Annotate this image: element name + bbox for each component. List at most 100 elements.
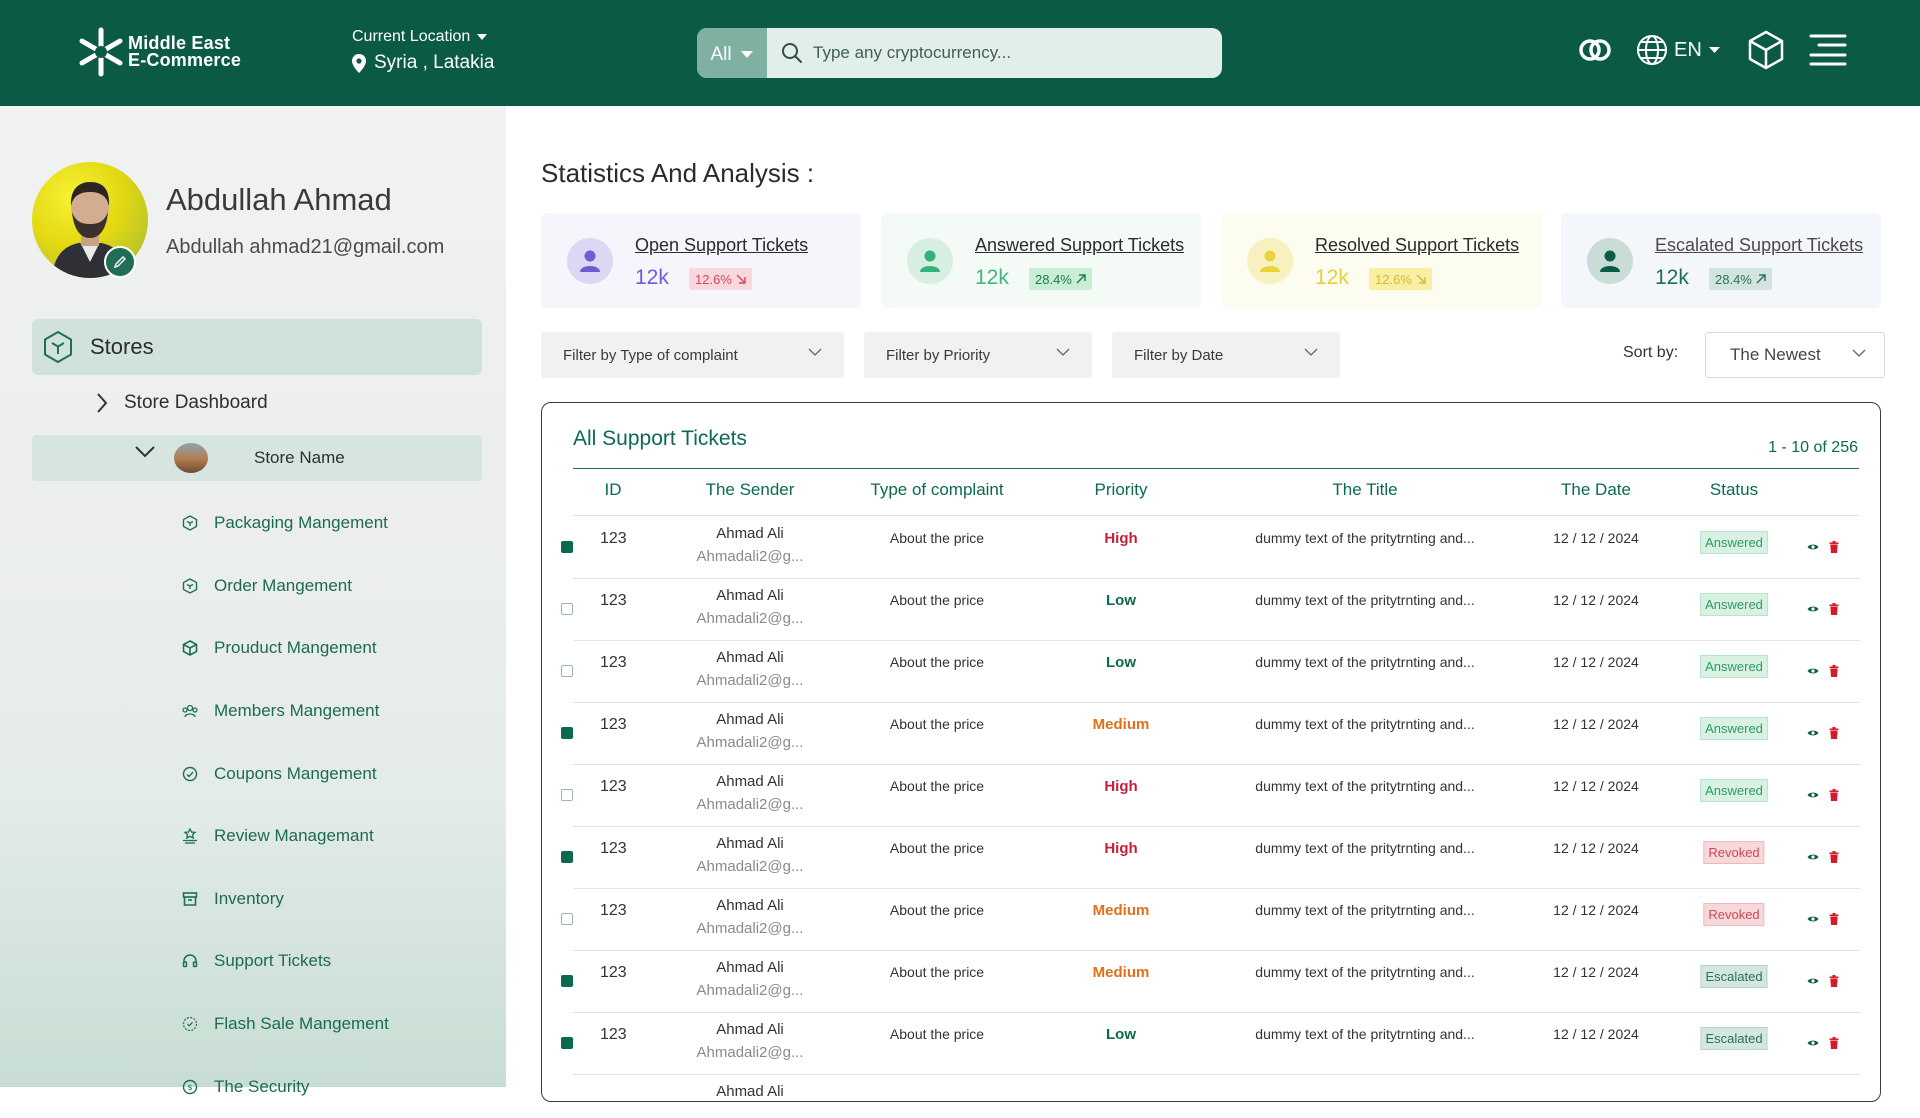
language-label: EN (1674, 38, 1702, 61)
delete-trash-icon[interactable] (1829, 913, 1839, 925)
stat-title[interactable]: Open Support Tickets (635, 235, 808, 256)
cell-complaint-type: About the price (889, 902, 985, 918)
sender-email: Ahmadali2@g... (696, 548, 804, 565)
row-checkbox[interactable] (561, 913, 573, 925)
arrow-up-right-icon (1076, 274, 1086, 284)
stat-card-open[interactable]: Open Support Tickets 12k 12.6% (541, 213, 861, 308)
sidebar-item-packaging[interactable]: Packaging Mangement (180, 492, 389, 555)
table-row[interactable]: 123 Ahmad Ali Ahmadali2@g... About the pric… (542, 765, 1880, 827)
sidebar-item-reviews[interactable]: Review Managemant (180, 805, 389, 868)
view-eye-icon[interactable] (1807, 853, 1819, 861)
menu-label: Inventory (214, 888, 284, 908)
link-rings-icon[interactable] (1578, 37, 1612, 63)
delete-trash-icon[interactable] (1829, 665, 1839, 677)
row-checkbox[interactable] (561, 851, 573, 863)
table-row[interactable]: 123 Ahmad Ali Ahmadali2@g... About the pric… (542, 703, 1880, 765)
column-header-type[interactable]: Type of complaint (870, 480, 1003, 500)
delete-trash-icon[interactable] (1829, 727, 1839, 739)
row-checkbox[interactable] (561, 727, 573, 739)
column-header-title[interactable]: The Title (1332, 480, 1397, 500)
sidebar-item-flash-sale[interactable]: Flash Sale Mangement (180, 993, 389, 1056)
sort-by-dropdown[interactable]: The Newest (1705, 332, 1885, 378)
view-eye-icon[interactable] (1807, 791, 1819, 799)
cube-icon[interactable] (1747, 30, 1785, 70)
view-eye-icon[interactable] (1807, 605, 1819, 613)
stat-card-escalated[interactable]: Escalated Support Tickets 12k 28.4% (1561, 213, 1881, 308)
sidebar-item-orders[interactable]: Order Mangement (180, 555, 389, 618)
avatar[interactable] (32, 162, 148, 278)
hamburger-menu-icon[interactable] (1809, 33, 1847, 67)
header-actions: EN (1578, 30, 1847, 70)
cell-date: 12 / 12 / 2024 (1553, 902, 1639, 918)
delete-trash-icon[interactable] (1829, 975, 1839, 987)
stat-change-badge: 12.6% (1369, 268, 1432, 290)
row-checkbox[interactable] (561, 603, 573, 615)
row-checkbox[interactable] (561, 975, 573, 987)
search-input[interactable] (803, 28, 1222, 78)
language-selector[interactable]: EN (1636, 34, 1721, 66)
delete-trash-icon[interactable] (1829, 789, 1839, 801)
view-eye-icon[interactable] (1807, 1039, 1819, 1047)
sidebar-item-inventory[interactable]: Inventory (180, 868, 389, 931)
delete-trash-icon[interactable] (1829, 1037, 1839, 1049)
view-eye-icon[interactable] (1807, 543, 1819, 551)
table-row[interactable]: 123 Ahmad Ali Ahmadali2@g... About the pric… (542, 951, 1880, 1013)
table-row[interactable]: 123 Ahmad Ali Ahmadali2@g... About the pric… (542, 517, 1880, 579)
delete-trash-icon[interactable] (1829, 851, 1839, 863)
delete-trash-icon[interactable] (1829, 541, 1839, 553)
row-checkbox[interactable] (561, 541, 573, 553)
edit-avatar-button[interactable] (104, 246, 136, 278)
stat-title[interactable]: Escalated Support Tickets (1655, 235, 1863, 256)
cell-priority: Medium (1092, 902, 1150, 919)
table-row[interactable]: 123 Ahmad Ali Ahmadali2@g... About the pric… (542, 641, 1880, 703)
sidebar-item-coupons[interactable]: Coupons Mangement (180, 742, 389, 805)
delete-trash-icon[interactable] (1829, 603, 1839, 615)
table-body: 123 Ahmad Ali Ahmadali2@g... About the pric… (542, 517, 1880, 1101)
search-category-dropdown[interactable]: All (697, 28, 767, 78)
table-row[interactable]: Ahmad Ali (542, 1075, 1880, 1101)
location-label-row[interactable]: Current Location (352, 28, 494, 46)
row-checkbox[interactable] (561, 665, 573, 677)
current-location[interactable]: Current Location Syria , Latakia (352, 28, 494, 74)
sidebar-item-products[interactable]: Prouduct Mangement (180, 617, 389, 680)
view-eye-icon[interactable] (1807, 667, 1819, 675)
view-eye-icon[interactable] (1807, 915, 1819, 923)
cell-id: 123 (600, 592, 627, 609)
cell-date: 12 / 12 / 2024 (1553, 654, 1639, 670)
stat-card-answered[interactable]: Answered Support Tickets 12k 28.4% (881, 213, 1201, 308)
stat-title[interactable]: Answered Support Tickets (975, 235, 1184, 256)
stat-title[interactable]: Resolved Support Tickets (1315, 235, 1519, 256)
cell-id: 123 (600, 840, 627, 857)
column-header-sender[interactable]: The Sender (706, 480, 795, 500)
filter-date-dropdown[interactable]: Filter by Date (1112, 332, 1340, 378)
table-row[interactable]: 123 Ahmad Ali Ahmadali2@g... About the pric… (542, 1013, 1880, 1075)
column-header-date[interactable]: The Date (1561, 480, 1631, 500)
filter-type-label: Filter by Type of complaint (563, 346, 738, 364)
sender-email: Ahmadali2@g... (696, 982, 804, 999)
column-header-priority[interactable]: Priority (1095, 480, 1148, 500)
stat-card-resolved[interactable]: Resolved Support Tickets 12k 12.6% (1221, 213, 1541, 308)
filter-type-dropdown[interactable]: Filter by Type of complaint (541, 332, 844, 378)
view-eye-icon[interactable] (1807, 977, 1819, 985)
page-title: Statistics And Analysis : (541, 158, 815, 188)
logo[interactable]: Middle East E-Commerce (78, 24, 268, 80)
row-checkbox[interactable] (561, 1037, 573, 1049)
table-row[interactable]: 123 Ahmad Ali Ahmadali2@g... About the pric… (542, 889, 1880, 951)
column-header-id[interactable]: ID (605, 480, 622, 500)
sidebar-item-store-dashboard[interactable]: Store Dashboard (96, 388, 268, 418)
row-checkbox[interactable] (561, 789, 573, 801)
table-row[interactable]: 123 Ahmad Ali Ahmadali2@g... About the pric… (542, 579, 1880, 641)
column-header-status[interactable]: Status (1710, 480, 1758, 500)
view-eye-icon[interactable] (1807, 729, 1819, 737)
store-cube-icon (44, 331, 72, 363)
table-row[interactable]: 123 Ahmad Ali Ahmadali2@g... About the pric… (542, 827, 1880, 889)
sidebar-item-stores[interactable]: Stores (32, 319, 482, 375)
sidebar-item-support-tickets[interactable]: Support Tickets (180, 930, 389, 993)
profile-email: Abdullah ahmad21@gmail.com (166, 236, 445, 258)
cube-icon (180, 638, 200, 658)
cell-complaint-type: About the price (889, 1026, 985, 1042)
sidebar-item-store-name[interactable]: Store Name (32, 435, 482, 481)
filter-priority-dropdown[interactable]: Filter by Priority (864, 332, 1092, 378)
logo-line-2: E-Commerce (128, 50, 242, 70)
sidebar-item-members[interactable]: Members Mangement (180, 680, 389, 743)
